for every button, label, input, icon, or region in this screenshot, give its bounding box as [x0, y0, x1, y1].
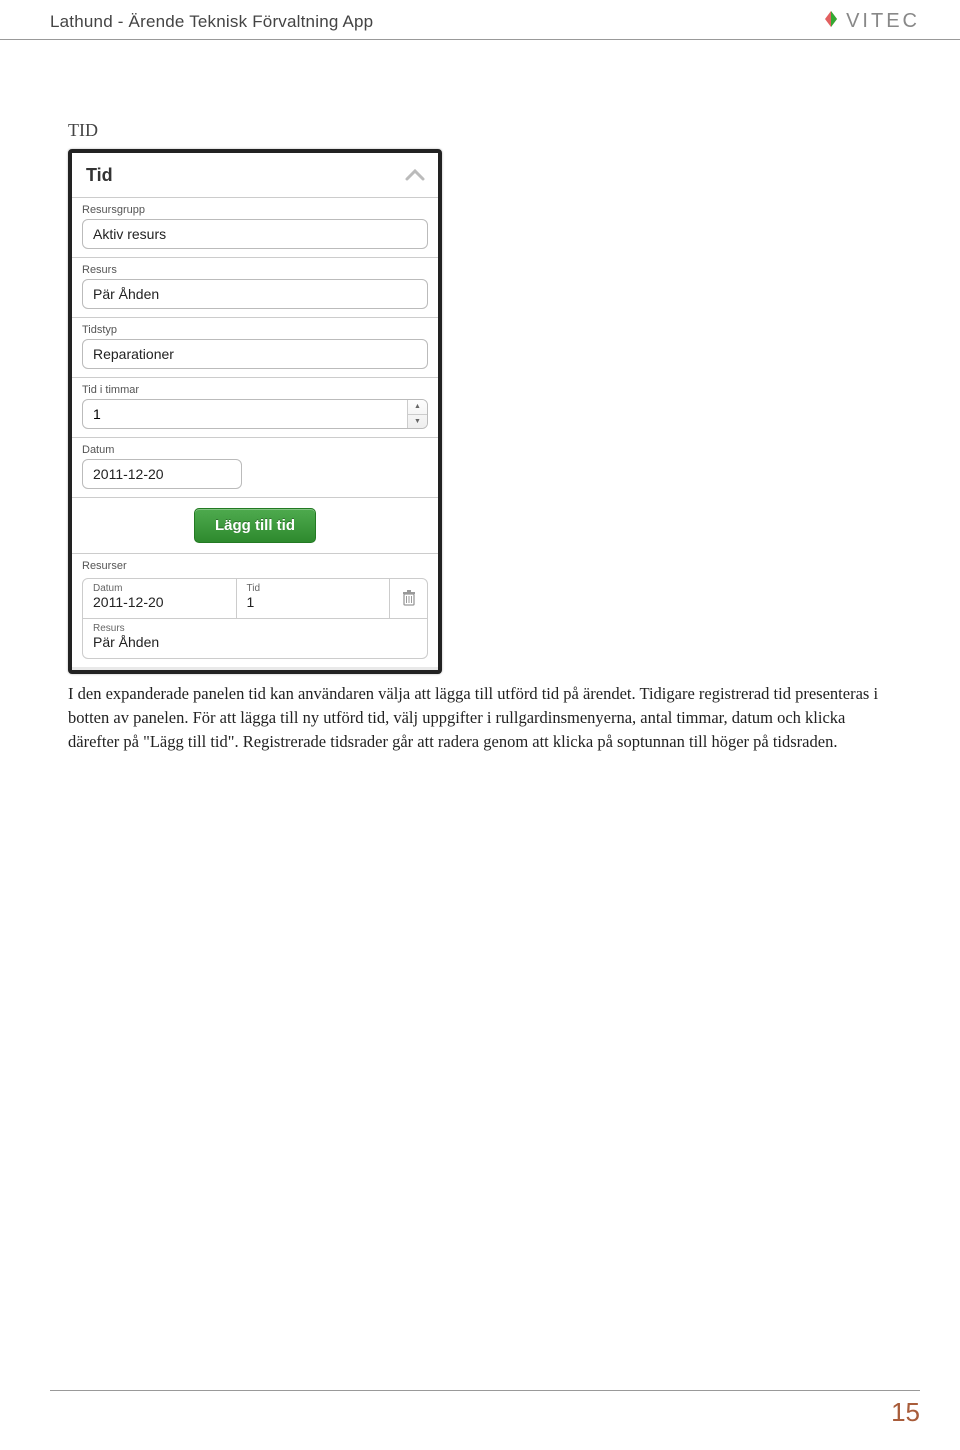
res-resurs-label: Resurs: [93, 623, 417, 634]
resursgrupp-input[interactable]: [82, 219, 428, 249]
page-title: Lathund - Ärende Teknisk Förvaltning App: [50, 12, 373, 32]
page-header: Lathund - Ärende Teknisk Förvaltning App…: [0, 0, 960, 40]
resource-row: Datum 2011-12-20 Tid 1: [82, 578, 428, 659]
field-label: Resursgrupp: [82, 204, 428, 216]
field-label: Tidstyp: [82, 324, 428, 336]
page-number: 15: [891, 1397, 920, 1427]
app-screenshot: Tid Resursgrupp Resurs Tidstyp Tid i tim…: [68, 149, 442, 674]
res-resurs-value: Pär Åhden: [93, 634, 159, 650]
field-tidstyp: Tidstyp: [72, 318, 438, 378]
trash-icon[interactable]: [401, 589, 417, 612]
delete-cell: [389, 579, 427, 618]
panel-header[interactable]: Tid: [72, 153, 438, 198]
field-label: Resurs: [82, 264, 428, 276]
step-down-button[interactable]: ▼: [408, 415, 427, 429]
datum-input[interactable]: [82, 459, 242, 489]
resurs-input[interactable]: [82, 279, 428, 309]
body-paragraph: I den expanderade panelen tid kan använd…: [68, 682, 898, 754]
field-label: Tid i timmar: [82, 384, 428, 396]
stepper-buttons: ▲ ▼: [407, 400, 427, 428]
brand: VITEC: [822, 10, 920, 33]
hours-stepper[interactable]: ▲ ▼: [82, 399, 428, 429]
res-tid-cell: Tid 1: [236, 579, 390, 618]
field-timmar: Tid i timmar ▲ ▼: [72, 378, 438, 438]
add-time-button[interactable]: Lägg till tid: [194, 508, 316, 543]
hours-input[interactable]: [83, 400, 407, 428]
res-tid-value: 1: [247, 594, 255, 610]
field-resurs: Resurs: [72, 258, 438, 318]
res-resurs-cell: Resurs Pär Åhden: [83, 618, 427, 658]
brand-icon: [822, 10, 840, 33]
content: TID Tid Resursgrupp Resurs Tidstyp Tid i…: [0, 40, 960, 754]
brand-text: VITEC: [846, 10, 920, 33]
resources-block: Resurser Datum 2011-12-20 Tid 1: [72, 554, 438, 667]
field-label: Datum: [82, 444, 428, 456]
field-datum: Datum: [72, 438, 438, 498]
resources-title: Resurser: [82, 560, 428, 572]
panel-title: Tid: [86, 165, 113, 186]
step-up-button[interactable]: ▲: [408, 400, 427, 415]
page-footer: 15: [50, 1390, 920, 1428]
res-datum-label: Datum: [93, 583, 226, 594]
chevron-up-icon: [404, 162, 426, 188]
add-button-row: Lägg till tid: [72, 498, 438, 554]
section-heading: TID: [68, 120, 910, 141]
res-tid-label: Tid: [247, 583, 380, 594]
res-datum-cell: Datum 2011-12-20: [83, 579, 236, 618]
res-datum-value: 2011-12-20: [93, 594, 164, 610]
field-resursgrupp: Resursgrupp: [72, 198, 438, 258]
tidstyp-input[interactable]: [82, 339, 428, 369]
